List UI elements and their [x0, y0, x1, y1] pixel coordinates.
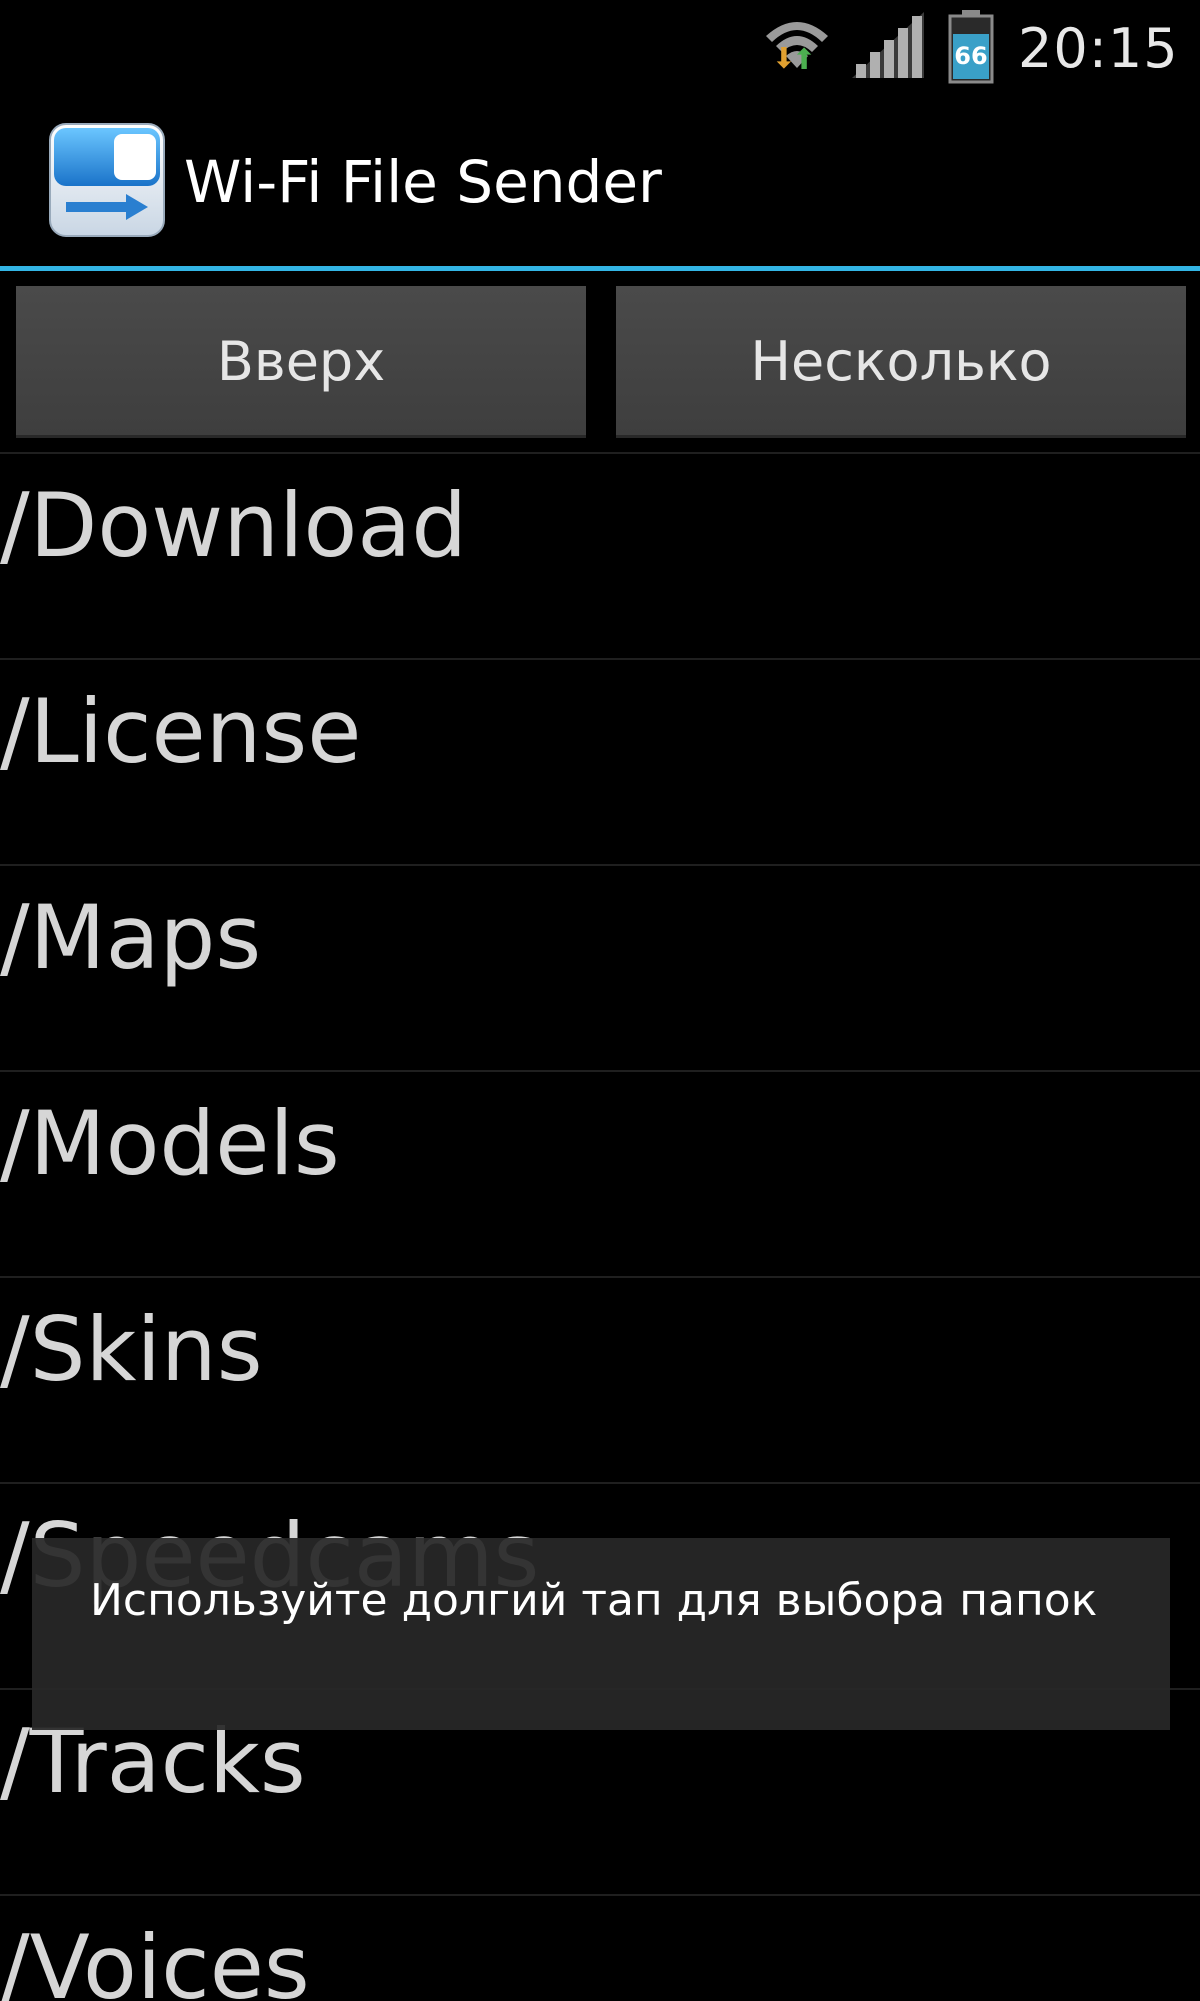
clock: 20:15 [1018, 17, 1179, 80]
up-button[interactable]: Вверх [16, 286, 586, 438]
wifi-file-sender-logo-icon[interactable] [48, 122, 166, 238]
action-bar: Wi-Fi File Sender [0, 100, 1200, 266]
folder-label: /Download [0, 474, 468, 577]
folder-list: /Download /License /Maps /Models /Skins … [0, 452, 1200, 2001]
action-bar-divider [0, 266, 1200, 271]
list-item[interactable]: /Voices [0, 1894, 1200, 2001]
folder-label: /Maps [0, 886, 262, 989]
folder-label: /License [0, 680, 362, 783]
list-item[interactable]: /License [0, 658, 1200, 862]
multiple-button[interactable]: Несколько [616, 286, 1186, 438]
list-item[interactable]: /Download [0, 452, 1200, 656]
folder-label: /Models [0, 1092, 340, 1195]
battery-level: 66 [954, 42, 988, 70]
list-item[interactable]: /Models [0, 1070, 1200, 1274]
wifi-icon [766, 22, 828, 69]
toast-message: Используйте долгий тап для выбора папок [32, 1538, 1170, 1730]
folder-label: /Skins [0, 1298, 263, 1401]
list-item[interactable]: /Maps [0, 864, 1200, 1068]
folder-label: /Voices [0, 1916, 310, 2001]
signal-icon [852, 12, 924, 78]
list-item[interactable]: /Skins [0, 1276, 1200, 1480]
app-title: Wi-Fi File Sender [184, 148, 662, 216]
status-bar: 66 20:15 [0, 0, 1200, 100]
